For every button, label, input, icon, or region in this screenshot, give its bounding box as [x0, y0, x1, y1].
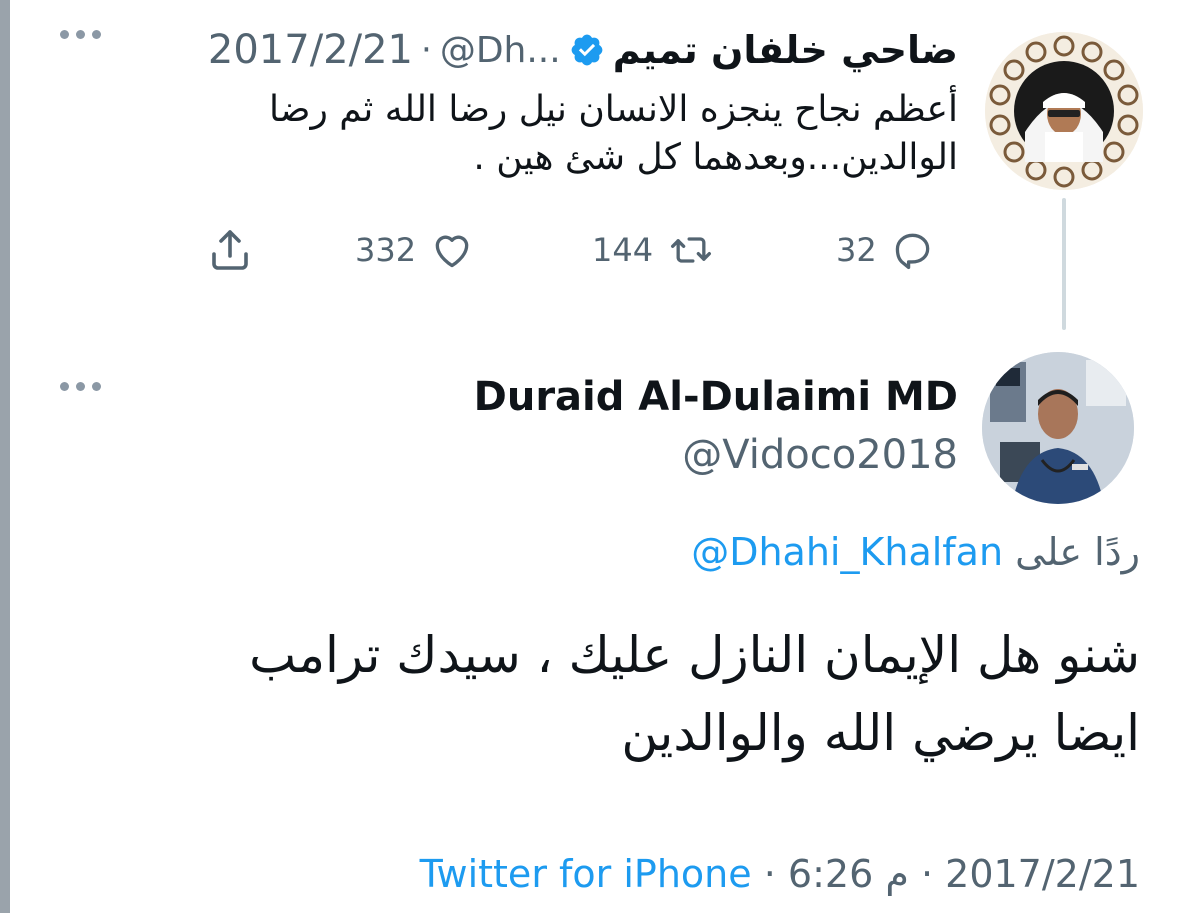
reply-author-handle[interactable]: @Vidoco2018: [682, 432, 958, 478]
more-options-icon[interactable]: [60, 382, 101, 391]
reply-icon[interactable]: [891, 228, 935, 272]
verified-badge-icon: [571, 34, 603, 66]
parent-tweet-text-line: أعظم نجاح ينجزه الانسان نيل رضا الله ثم …: [268, 89, 958, 130]
tweet-date[interactable]: 2017/2/21: [945, 852, 1140, 896]
thread-connector-line: [1062, 198, 1066, 330]
parent-tweet-text-line: الوالدين...وبعدهما كل شئ هين .: [473, 137, 958, 178]
reply-author-avatar[interactable]: [982, 352, 1134, 504]
parent-tweet-date[interactable]: 2017/2/21: [208, 27, 413, 73]
reply-action[interactable]: 32: [836, 222, 935, 278]
replying-to-prefix: ردًا على: [1015, 530, 1140, 574]
replying-to-mention[interactable]: @Dhahi_Khalfan: [691, 530, 1003, 574]
tweet-source-link[interactable]: Twitter for iPhone: [420, 852, 752, 896]
replying-to-line: ردًا على @Dhahi_Khalfan: [691, 530, 1140, 574]
tweet-time[interactable]: 6:26: [788, 852, 873, 896]
like-action[interactable]: 332: [355, 222, 474, 278]
reply-count: 32: [836, 231, 877, 269]
reply-tweet-text: شنو هل الإيمان النازل عليك ، سيدك ترامب …: [60, 616, 1140, 772]
retweet-icon[interactable]: [667, 228, 715, 272]
tweet-ampm: م: [885, 852, 909, 896]
share-action[interactable]: [206, 222, 254, 278]
retweet-count: 144: [592, 231, 654, 269]
meta-separator: ·: [920, 852, 934, 896]
reply-tweet-text-line: شنو هل الإيمان النازل عليك ، سيدك ترامب: [249, 626, 1140, 684]
heart-icon[interactable]: [430, 228, 474, 272]
meta-separator: ·: [763, 852, 776, 896]
parent-author-handle[interactable]: @Dh...: [440, 30, 561, 71]
tweet-metadata: 2017/2/21 · م 6:26 · Twitter for iPhone: [420, 852, 1140, 896]
parent-author-avatar[interactable]: [985, 32, 1143, 190]
more-options-icon[interactable]: [60, 30, 101, 39]
window-edge: [0, 0, 10, 913]
parent-tweet-text: أعظم نجاح ينجزه الانسان نيل رضا الله ثم …: [98, 86, 958, 182]
header-separator: ·: [421, 30, 432, 70]
reply-tweet-text-line: ايضا يرضي الله والوالدين: [621, 704, 1140, 762]
share-icon[interactable]: [206, 226, 254, 274]
retweet-action[interactable]: 144: [592, 222, 715, 278]
parent-author-name[interactable]: ضاحي خلفان تميم: [613, 28, 958, 72]
reply-author-name[interactable]: Duraid Al-Dulaimi MD: [474, 374, 958, 420]
parent-tweet-header: ضاحي خلفان تميم @Dh... · 2017/2/21: [208, 22, 958, 78]
like-count: 332: [355, 231, 417, 269]
